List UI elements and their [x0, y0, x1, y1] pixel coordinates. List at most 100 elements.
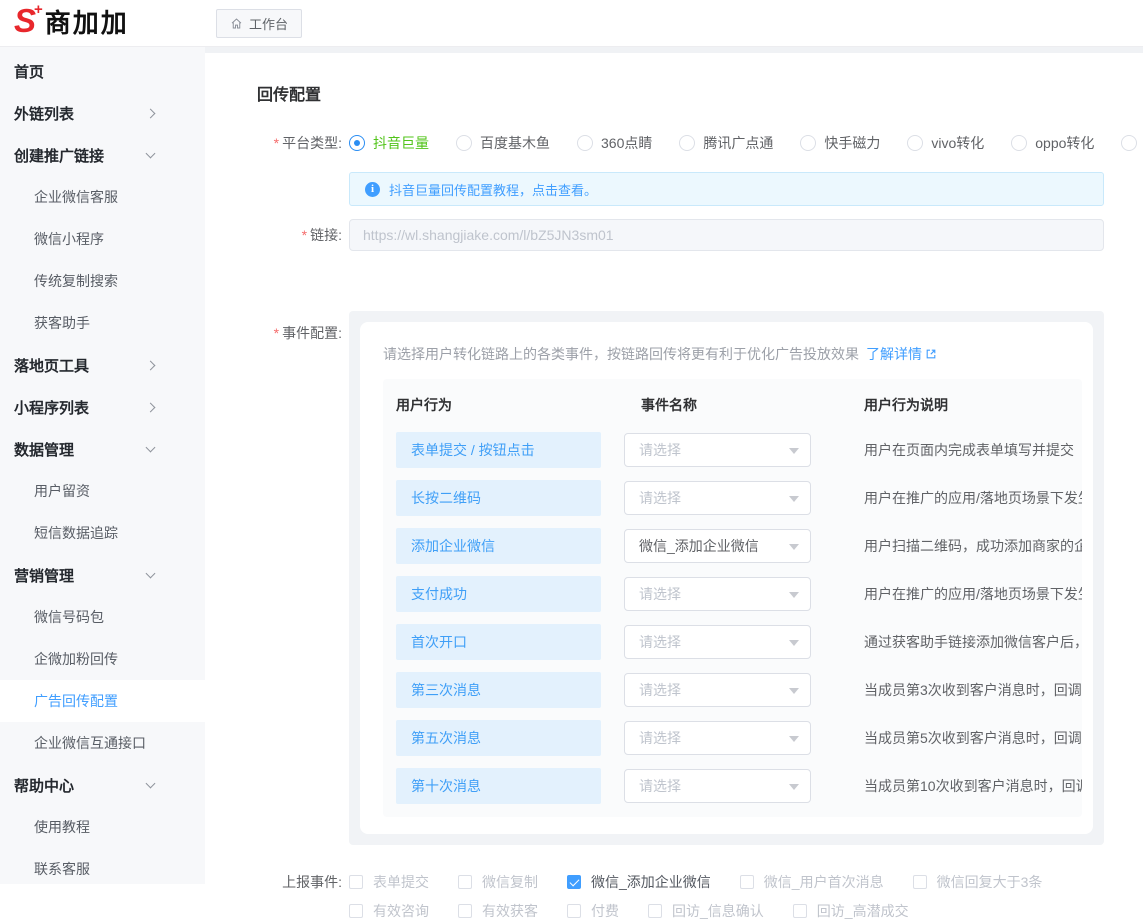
behavior-link[interactable]: 添加企业微信: [396, 528, 601, 564]
sidebar-item-create-promo-link[interactable]: 创建推广链接: [0, 134, 205, 176]
radio-360-dianjing[interactable]: 360点睛: [577, 133, 652, 153]
table-row-tenth-message: 第十次消息 请选择 当成员第10次收到客户消息时，回调此事...: [396, 768, 1082, 804]
sidebar-item-label: 用户留资: [34, 481, 90, 501]
sidebar-item-home[interactable]: 首页: [0, 50, 205, 92]
event-config-card: 请选择用户转化链路上的各类事件，按链路回传将更有利于优化广告投放效果了解详情 用…: [360, 322, 1093, 834]
sidebar-item-landing-page-tools[interactable]: 落地页工具: [0, 344, 205, 386]
sidebar-item-wecom-interconnect-api[interactable]: 企业微信互通接口: [0, 722, 205, 764]
behavior-link[interactable]: 第三次消息: [396, 672, 601, 708]
radio-douyin-juliang[interactable]: 抖音巨量: [349, 133, 429, 153]
checkbox-wechat-reply-gt3[interactable]: 微信回复大于3条: [913, 872, 1043, 892]
behavior-link[interactable]: 首次开口: [396, 624, 601, 660]
behavior-link[interactable]: 第十次消息: [396, 768, 601, 804]
chevron-down-icon: [789, 592, 799, 598]
sidebar-item-wechat-number-pack[interactable]: 微信号码包: [0, 596, 205, 638]
select-value: 微信_添加企业微信: [639, 538, 759, 554]
sidebar-item-help-center[interactable]: 帮助中心: [0, 764, 205, 806]
sidebar-item-tutorial[interactable]: 使用教程: [0, 806, 205, 848]
sidebar-item-wechat-miniprogram[interactable]: 微信小程序: [0, 218, 205, 260]
sidebar-item-wecom-fans-callback[interactable]: 企微加粉回传: [0, 638, 205, 680]
required-asterisk: *: [274, 135, 279, 151]
checkbox-wechat-add-wecom[interactable]: 微信_添加企业微信: [567, 872, 711, 892]
sidebar-item-wecom-customer-service[interactable]: 企业微信客服: [0, 176, 205, 218]
radio-icon: [800, 135, 816, 151]
checkbox-valid-consult[interactable]: 有效咨询: [349, 901, 429, 921]
checkbox-label: 表单提交: [373, 872, 429, 892]
behavior-description: 用户在页面内完成表单填写并提交: [864, 432, 1082, 468]
link-input[interactable]: [349, 219, 1104, 251]
select-value: 请选择: [639, 490, 681, 506]
page-title: 回传配置: [257, 81, 1104, 105]
sidebar-item-sms-data-tracking[interactable]: 短信数据追踪: [0, 512, 205, 554]
radio-kuaishou-cili[interactable]: 快手磁力: [800, 133, 880, 153]
chevron-down-icon: [789, 544, 799, 550]
chevron-right-icon: [146, 402, 156, 412]
chevron-right-icon: [146, 108, 156, 118]
chevron-down-icon: [789, 496, 799, 502]
sidebar-item-marketing-management[interactable]: 营销管理: [0, 554, 205, 596]
checkbox-icon: [793, 904, 807, 918]
intro-text: 请选择用户转化链路上的各类事件，按链路回传将更有利于优化广告投放效果: [383, 346, 859, 362]
event-name-select[interactable]: 微信_添加企业微信: [624, 529, 811, 563]
event-table-header: 用户行为 事件名称 用户行为说明: [396, 390, 1082, 420]
chevron-down-icon: [146, 149, 156, 159]
sidebar-item-label: 企业微信客服: [34, 187, 118, 207]
radio-vivo[interactable]: vivo转化: [907, 133, 984, 153]
table-row-third-message: 第三次消息 请选择 当成员第3次收到客户消息时，回调此事...: [396, 672, 1082, 708]
sidebar-item-label: 传统复制搜索: [34, 271, 118, 291]
behavior-description: 用户在推广的应用/落地页场景下发生交...: [864, 576, 1082, 612]
event-name-select[interactable]: 请选择: [624, 481, 811, 515]
behavior-description: 通过获客助手链接添加微信客户后，当微...: [864, 624, 1082, 660]
sidebar-item-ad-callback-config[interactable]: 广告回传配置: [0, 680, 205, 722]
required-asterisk: *: [302, 227, 307, 243]
link-label: *链接:: [257, 219, 342, 251]
checkbox-wechat-copy[interactable]: 微信复制: [458, 872, 538, 892]
sidebar-item-miniprogram-list[interactable]: 小程序列表: [0, 386, 205, 428]
checkbox-icon: [648, 904, 662, 918]
radio-tencent-guangdiantong[interactable]: 腾讯广点通: [679, 133, 773, 153]
app-header: S + 商加加 工作台: [0, 0, 1143, 47]
radio-label: 腾讯广点通: [703, 133, 773, 153]
radio-selected-icon: [349, 135, 365, 151]
event-name-select[interactable]: 请选择: [624, 769, 811, 803]
sidebar-item-data-management[interactable]: 数据管理: [0, 428, 205, 470]
chevron-down-icon: [146, 779, 156, 789]
event-name-select[interactable]: 请选择: [624, 433, 811, 467]
radio-oppo[interactable]: oppo转化: [1011, 133, 1094, 153]
checkbox-icon: [567, 904, 581, 918]
sidebar-item-traditional-copy-search[interactable]: 传统复制搜索: [0, 260, 205, 302]
behavior-link[interactable]: 支付成功: [396, 576, 601, 612]
tab-workbench[interactable]: 工作台: [216, 9, 302, 38]
behavior-link[interactable]: 第五次消息: [396, 720, 601, 756]
sidebar-item-label: 获客助手: [34, 313, 90, 333]
checkbox-callback-info-confirm[interactable]: 回访_信息确认: [648, 901, 764, 921]
checkbox-wechat-first-message[interactable]: 微信_用户首次消息: [740, 872, 884, 892]
radio-label: oppo转化: [1035, 133, 1094, 153]
report-events-line-2: 有效咨询 有效获客 付费 回访_信息确认 回访_高潜成交: [349, 900, 1104, 922]
event-name-select[interactable]: 请选择: [624, 577, 811, 611]
event-name-select[interactable]: 请选择: [624, 625, 811, 659]
radio-baidu-jimuyu[interactable]: 百度基木鱼: [456, 133, 550, 153]
sidebar-item-acquisition-assistant[interactable]: 获客助手: [0, 302, 205, 344]
radio-other[interactable]: 其他: [1121, 133, 1143, 153]
checkbox-form-submit[interactable]: 表单提交: [349, 872, 429, 892]
sidebar-item-external-links[interactable]: 外链列表: [0, 92, 205, 134]
behavior-link[interactable]: 表单提交 / 按钮点击: [396, 432, 601, 468]
radio-icon: [679, 135, 695, 151]
learn-more-link[interactable]: 了解详情: [866, 344, 937, 364]
event-name-select[interactable]: 请选择: [624, 673, 811, 707]
behavior-link[interactable]: 长按二维码: [396, 480, 601, 516]
logo-brand-text: 商加加: [45, 3, 129, 43]
sidebar-item-label: 首页: [14, 61, 44, 82]
checkbox-callback-high-intent[interactable]: 回访_高潜成交: [793, 901, 909, 921]
checkbox-payment[interactable]: 付费: [567, 901, 619, 921]
checkbox-label: 有效获客: [482, 901, 538, 921]
radio-icon: [577, 135, 593, 151]
event-name-select[interactable]: 请选择: [624, 721, 811, 755]
sidebar-item-user-leads[interactable]: 用户留资: [0, 470, 205, 512]
select-value: 请选择: [639, 442, 681, 458]
tutorial-notice-link[interactable]: 抖音巨量回传配置教程，点击查看。: [389, 180, 597, 199]
checkbox-label: 微信_添加企业微信: [591, 872, 711, 892]
checkbox-valid-acquisition[interactable]: 有效获客: [458, 901, 538, 921]
radio-label: 百度基木鱼: [480, 133, 550, 153]
